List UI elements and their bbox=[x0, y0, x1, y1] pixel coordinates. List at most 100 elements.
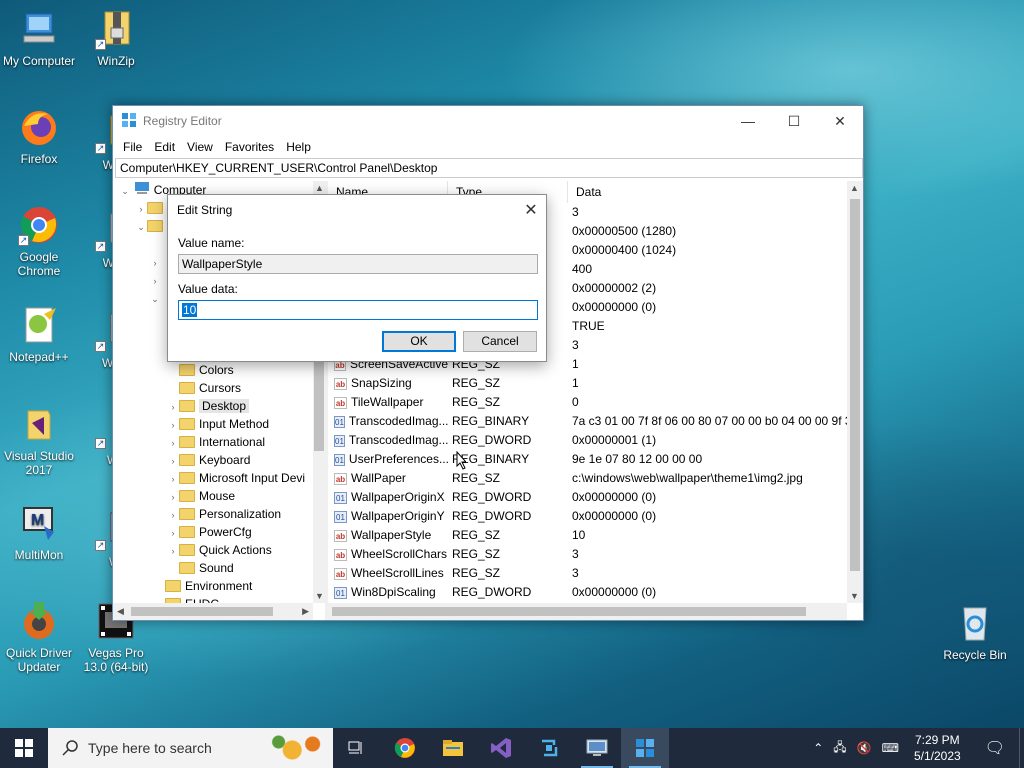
table-row[interactable]: ab WheelScrollLines REG_SZ 3 bbox=[328, 564, 579, 583]
chevron-right-icon[interactable]: › bbox=[167, 488, 179, 506]
tree-item-keyboard[interactable]: › Keyboard bbox=[167, 451, 251, 470]
tree-item-mouse[interactable]: › Mouse bbox=[167, 487, 236, 506]
registry-editor-window[interactable]: Registry Editor — ☐ ✕ File Edit View Fav… bbox=[112, 105, 864, 621]
scroll-down-icon[interactable]: ▼ bbox=[315, 591, 324, 601]
scroll-left-icon[interactable]: ◀ bbox=[117, 606, 124, 617]
scrollbar-thumb[interactable] bbox=[131, 607, 273, 616]
chevron-right-icon[interactable]: › bbox=[167, 434, 179, 452]
maximize-button[interactable]: ☐ bbox=[771, 106, 817, 136]
list-vertical-scrollbar[interactable]: ▲ ▼ bbox=[847, 181, 863, 603]
desktop-icon-quick-driver-updater[interactable]: Quick Driver Updater bbox=[0, 600, 78, 674]
notification-icon[interactable]: 🗨 bbox=[971, 738, 1019, 758]
table-row[interactable]: 01 UserPreferences... REG_BINARY 9e 1e 07 8… bbox=[328, 450, 702, 469]
tree-item-personalization[interactable]: › Personalization bbox=[167, 505, 282, 524]
tree-item-microsoft-input-devices[interactable]: › Microsoft Input Devi bbox=[167, 469, 306, 488]
clock[interactable]: 7:29 PM 5/1/2023 bbox=[904, 732, 971, 764]
chevron-down-icon[interactable]: ⌄ bbox=[119, 182, 131, 200]
tree-item-cursors[interactable]: Cursors bbox=[167, 379, 241, 397]
desktop-icon-visual-studio[interactable]: Visual Studio 2017 bbox=[0, 403, 78, 477]
table-row[interactable]: 01 TranscodedImag... REG_BINARY 7a c3 01 00… bbox=[328, 412, 858, 431]
address-bar[interactable]: Computer\HKEY_CURRENT_USER\Control Panel… bbox=[115, 158, 863, 178]
table-row[interactable]: ab WheelScrollChars REG_SZ 3 bbox=[328, 545, 579, 564]
chevron-right-icon[interactable]: › bbox=[149, 254, 161, 272]
scroll-right-icon[interactable]: ▶ bbox=[302, 606, 309, 617]
edit-string-dialog[interactable]: Edit String ✕ Value name: WallpaperStyle… bbox=[167, 194, 547, 362]
scrollbar-thumb[interactable] bbox=[332, 607, 806, 616]
menu-file[interactable]: File bbox=[117, 140, 148, 154]
taskbar-visual-studio[interactable] bbox=[477, 728, 525, 768]
desktop-icon-winzip[interactable]: ↗ WinZip bbox=[77, 8, 155, 68]
tree-horizontal-scrollbar[interactable]: ◀ ▶ bbox=[113, 603, 313, 620]
tree-item-powercfg[interactable]: › PowerCfg bbox=[167, 523, 252, 541]
keyboard-icon[interactable]: ⌨ bbox=[877, 741, 904, 755]
scroll-up-icon[interactable]: ▲ bbox=[315, 183, 324, 193]
menu-edit[interactable]: Edit bbox=[148, 140, 181, 154]
chevron-right-icon[interactable]: › bbox=[149, 272, 161, 290]
chevron-right-icon[interactable]: › bbox=[167, 398, 179, 416]
taskbar-search-box[interactable]: Type here to search bbox=[48, 728, 333, 768]
chevron-right-icon[interactable]: › bbox=[167, 542, 179, 560]
close-button[interactable]: ✕ bbox=[817, 106, 863, 136]
chevron-right-icon[interactable]: › bbox=[167, 416, 179, 434]
chevron-down-icon[interactable]: ⌄ bbox=[149, 290, 161, 308]
ok-button[interactable]: OK bbox=[382, 331, 456, 352]
desktop-icon-my-computer[interactable]: My Computer bbox=[0, 8, 78, 68]
table-row[interactable]: ab WallpaperStyle REG_SZ 10 bbox=[328, 526, 585, 545]
menu-view[interactable]: View bbox=[181, 140, 219, 154]
menu-favorites[interactable]: Favorites bbox=[219, 140, 280, 154]
dialog-title-bar[interactable]: Edit String ✕ bbox=[168, 195, 546, 225]
tree-item-desktop[interactable]: › Desktop bbox=[167, 397, 250, 416]
taskbar-registry-editor[interactable] bbox=[621, 728, 669, 768]
network-icon[interactable]: 🖧 bbox=[828, 738, 851, 759]
shortcut-arrow-icon: ↗ bbox=[95, 341, 106, 352]
chevron-right-icon[interactable]: › bbox=[167, 506, 179, 524]
scroll-down-icon[interactable]: ▼ bbox=[850, 591, 859, 601]
table-row[interactable]: 01 Win8DpiScaling REG_DWORD 0x00000000 (0) bbox=[328, 583, 656, 602]
taskbar-remote-desktop[interactable] bbox=[573, 728, 621, 768]
taskbar-azure-data-studio[interactable] bbox=[525, 728, 573, 768]
scroll-up-icon[interactable]: ▲ bbox=[850, 183, 859, 193]
table-row[interactable]: 01 WallpaperOriginX REG_DWORD 0x00000000 (0… bbox=[328, 488, 656, 507]
taskbar-chrome[interactable] bbox=[381, 728, 429, 768]
value-name-field[interactable]: WallpaperStyle bbox=[178, 254, 538, 274]
chevron-right-icon[interactable]: › bbox=[167, 470, 179, 488]
table-row[interactable]: ab TileWallpaper REG_SZ 0 bbox=[328, 393, 579, 412]
tree-item-input-method[interactable]: › Input Method bbox=[167, 415, 270, 434]
volume-muted-icon[interactable]: 🔇 bbox=[852, 741, 877, 755]
desktop-icon-notepad-plus-plus[interactable]: Notepad++ bbox=[0, 304, 78, 364]
close-icon[interactable]: ✕ bbox=[516, 200, 546, 220]
column-header-data[interactable]: Data bbox=[568, 181, 847, 203]
table-row[interactable]: 01 WallpaperOriginY REG_DWORD 0x00000000 (0… bbox=[328, 507, 656, 526]
table-row[interactable]: ab WallPaper REG_SZ c:\windows\web\wallpape… bbox=[328, 469, 803, 488]
table-row[interactable]: 01 TranscodedImag... REG_DWORD 0x00000001 (… bbox=[328, 431, 656, 450]
title-bar[interactable]: Registry Editor — ☐ ✕ bbox=[113, 106, 863, 136]
task-view-button[interactable] bbox=[333, 728, 381, 768]
tree-item-environment[interactable]: Environment bbox=[153, 577, 252, 595]
start-button[interactable] bbox=[0, 728, 48, 768]
chevron-right-icon[interactable]: › bbox=[135, 200, 147, 218]
taskbar-file-explorer[interactable] bbox=[429, 728, 477, 768]
desktop-icon-recycle-bin[interactable]: Recycle Bin bbox=[936, 602, 1014, 662]
list-horizontal-scrollbar[interactable] bbox=[328, 603, 847, 620]
chevron-right-icon[interactable]: › bbox=[167, 524, 179, 542]
table-row[interactable]: ab SnapSizing REG_SZ 1 bbox=[328, 374, 579, 393]
tree-item-quick-actions[interactable]: › Quick Actions bbox=[167, 541, 272, 559]
chevron-down-icon[interactable]: ⌄ bbox=[135, 218, 147, 236]
menu-help[interactable]: Help bbox=[280, 140, 317, 154]
cancel-button[interactable]: Cancel bbox=[463, 331, 537, 352]
scrollbar-thumb[interactable] bbox=[850, 199, 860, 571]
tree-item-international[interactable]: › International bbox=[167, 433, 266, 452]
desktop-icon-multimon[interactable]: M MultiMon bbox=[0, 502, 78, 562]
visual-studio-icon bbox=[491, 738, 511, 758]
task-view-icon bbox=[348, 741, 362, 754]
value-data-field[interactable]: 10 bbox=[178, 300, 538, 320]
desktop-icon-firefox[interactable]: Firefox bbox=[0, 106, 78, 166]
tree-item-sound[interactable]: Sound bbox=[167, 559, 234, 577]
chevron-right-icon[interactable]: › bbox=[167, 452, 179, 470]
show-desktop-button[interactable] bbox=[1019, 728, 1024, 768]
chevron-up-icon[interactable]: ⌃ bbox=[808, 741, 828, 755]
minimize-button[interactable]: — bbox=[725, 106, 771, 136]
value-name-label: Value name: bbox=[178, 236, 245, 250]
tree-item-colors[interactable]: Colors bbox=[167, 361, 234, 379]
desktop-icon-google-chrome[interactable]: ↗ Google Chrome bbox=[0, 204, 78, 278]
